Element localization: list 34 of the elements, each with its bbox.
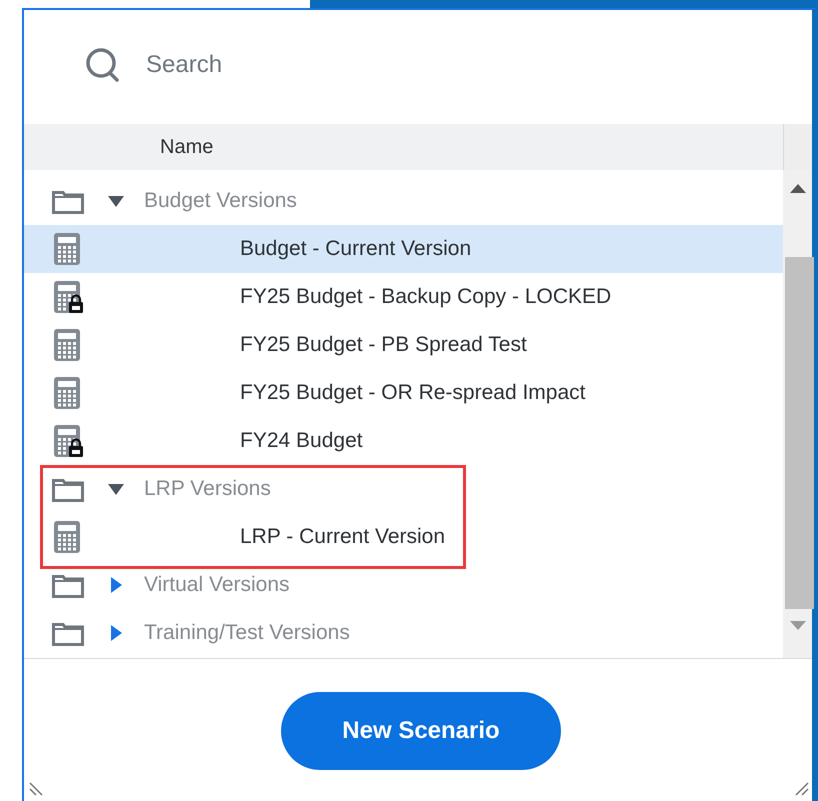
version-label: LRP - Current Version xyxy=(240,525,446,549)
scroll-down-icon[interactable] xyxy=(790,621,806,631)
search-icon xyxy=(84,46,122,84)
folder-icon xyxy=(52,620,84,646)
tree-row[interactable]: FY25 Budget - OR Re-spread Impact xyxy=(24,369,783,417)
search-field[interactable]: Search xyxy=(144,50,548,80)
folder-icon xyxy=(52,188,84,214)
folder-icon xyxy=(52,476,84,502)
tree-row[interactable]: Budget - Current Version xyxy=(24,225,783,273)
tree-row[interactable]: FY25 Budget - Backup Copy - LOCKED xyxy=(24,273,783,321)
folder-icon xyxy=(52,572,84,598)
folder-label: Training/Test Versions xyxy=(144,621,350,645)
version-label: FY25 Budget - Backup Copy - LOCKED xyxy=(240,285,612,309)
tree-row[interactable]: FY25 Budget - PB Spread Test xyxy=(24,321,783,369)
collapse-caret-icon[interactable] xyxy=(108,196,124,206)
tree-row[interactable]: FY24 Budget xyxy=(24,417,783,465)
resize-grip-icon[interactable] xyxy=(794,781,810,797)
expand-caret-icon[interactable] xyxy=(110,577,122,593)
expand-caret-icon[interactable] xyxy=(110,625,122,641)
version-label: FY25 Budget - PB Spread Test xyxy=(240,333,527,357)
folder-label: Virtual Versions xyxy=(144,573,290,597)
folder-label: Budget Versions xyxy=(144,189,297,213)
scroll-up-icon[interactable] xyxy=(790,183,806,193)
version-label: FY25 Budget - OR Re-spread Impact xyxy=(240,381,586,405)
header-corner xyxy=(783,124,812,170)
version-label: Budget - Current Version xyxy=(240,237,472,261)
folder-label: LRP Versions xyxy=(144,477,271,501)
collapse-caret-icon[interactable] xyxy=(108,484,124,494)
tree-row[interactable]: LRP - Current Version xyxy=(24,513,783,561)
scrollbar[interactable] xyxy=(783,170,812,658)
version-label: FY24 Budget xyxy=(240,429,363,453)
resize-grip-icon[interactable] xyxy=(28,781,44,797)
new-scenario-button[interactable]: New Scenario xyxy=(281,692,561,770)
column-header[interactable]: Name xyxy=(24,124,783,170)
